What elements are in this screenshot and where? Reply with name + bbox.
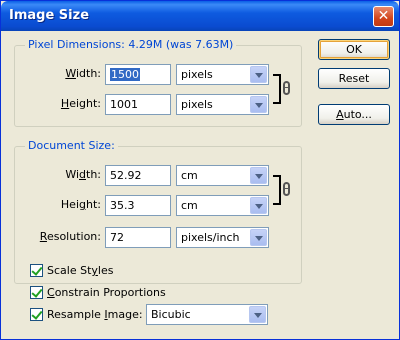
ok-button[interactable]: OK <box>318 39 390 60</box>
title-bar[interactable]: Image Size ✕ <box>1 1 399 31</box>
pixel-width-unit-select[interactable]: pixels <box>176 64 269 85</box>
doc-height-unit-value: cm <box>181 199 198 212</box>
chevron-down-icon[interactable] <box>250 229 267 246</box>
chevron-down-icon[interactable] <box>250 167 267 184</box>
doc-height-unit-select[interactable]: cm <box>176 195 269 216</box>
doc-width-unit-value: cm <box>181 169 198 182</box>
close-icon: ✕ <box>377 8 390 24</box>
link-icon <box>283 182 290 196</box>
resolution-input[interactable]: 72 <box>105 227 171 248</box>
ok-button-label: OK <box>346 43 362 56</box>
resample-image-label[interactable]: Resample Image: <box>47 308 143 321</box>
pixel-dimensions-group: Pixel Dimensions: 4.29M (was 7.63M) Widt… <box>14 38 302 127</box>
constrain-proportions-label[interactable]: Constrain Proportions <box>47 286 166 299</box>
chevron-down-icon[interactable] <box>250 96 267 113</box>
pixel-width-input[interactable]: 1500 <box>105 64 171 85</box>
chevron-down-icon[interactable] <box>250 66 267 83</box>
pixel-width-unit-value: pixels <box>181 68 213 81</box>
constrain-bracket <box>273 74 281 104</box>
resolution-unit-select[interactable]: pixels/inch <box>176 227 269 248</box>
pixel-height-input[interactable]: 1001 <box>105 94 171 115</box>
dialog-body: Pixel Dimensions: 4.29M (was 7.63M) Widt… <box>4 31 396 337</box>
doc-width-label: Width: <box>65 168 101 181</box>
link-icon <box>283 81 290 95</box>
chevron-down-icon[interactable] <box>249 306 266 323</box>
reset-button-label: Reset <box>338 72 370 85</box>
resample-image-checkbox[interactable] <box>30 308 43 321</box>
pixel-height-label: Height: <box>60 97 101 110</box>
constrain-bracket <box>273 175 281 205</box>
scale-styles-label[interactable]: Scale Styles <box>47 264 113 277</box>
resample-method-value: Bicubic <box>151 308 191 321</box>
close-button[interactable]: ✕ <box>373 6 394 27</box>
scale-styles-checkbox[interactable] <box>30 264 43 277</box>
image-size-dialog: Image Size ✕ Pixel Dimensions: 4.29M (wa… <box>0 0 400 340</box>
doc-height-label: Height: <box>60 198 101 211</box>
pixel-height-unit-value: pixels <box>181 98 213 111</box>
doc-width-unit-select[interactable]: cm <box>176 165 269 186</box>
auto-button-label: Auto... <box>336 108 372 121</box>
pixel-height-unit-select[interactable]: pixels <box>176 94 269 115</box>
pixel-width-label: Width: <box>65 67 101 80</box>
auto-button[interactable]: Auto... <box>318 104 390 125</box>
document-size-legend: Document Size: <box>25 139 118 152</box>
resolution-unit-value: pixels/inch <box>181 231 240 244</box>
dialog-title: Image Size <box>9 8 90 23</box>
constrain-proportions-checkbox[interactable] <box>30 286 43 299</box>
chevron-down-icon[interactable] <box>250 197 267 214</box>
resample-method-select[interactable]: Bicubic <box>146 304 268 325</box>
resolution-label: Resolution: <box>39 230 101 243</box>
pixel-dimensions-legend: Pixel Dimensions: 4.29M (was 7.63M) <box>25 38 237 51</box>
doc-width-input[interactable]: 52.92 <box>105 165 171 186</box>
reset-button[interactable]: Reset <box>318 68 390 89</box>
doc-height-input[interactable]: 35.3 <box>105 195 171 216</box>
